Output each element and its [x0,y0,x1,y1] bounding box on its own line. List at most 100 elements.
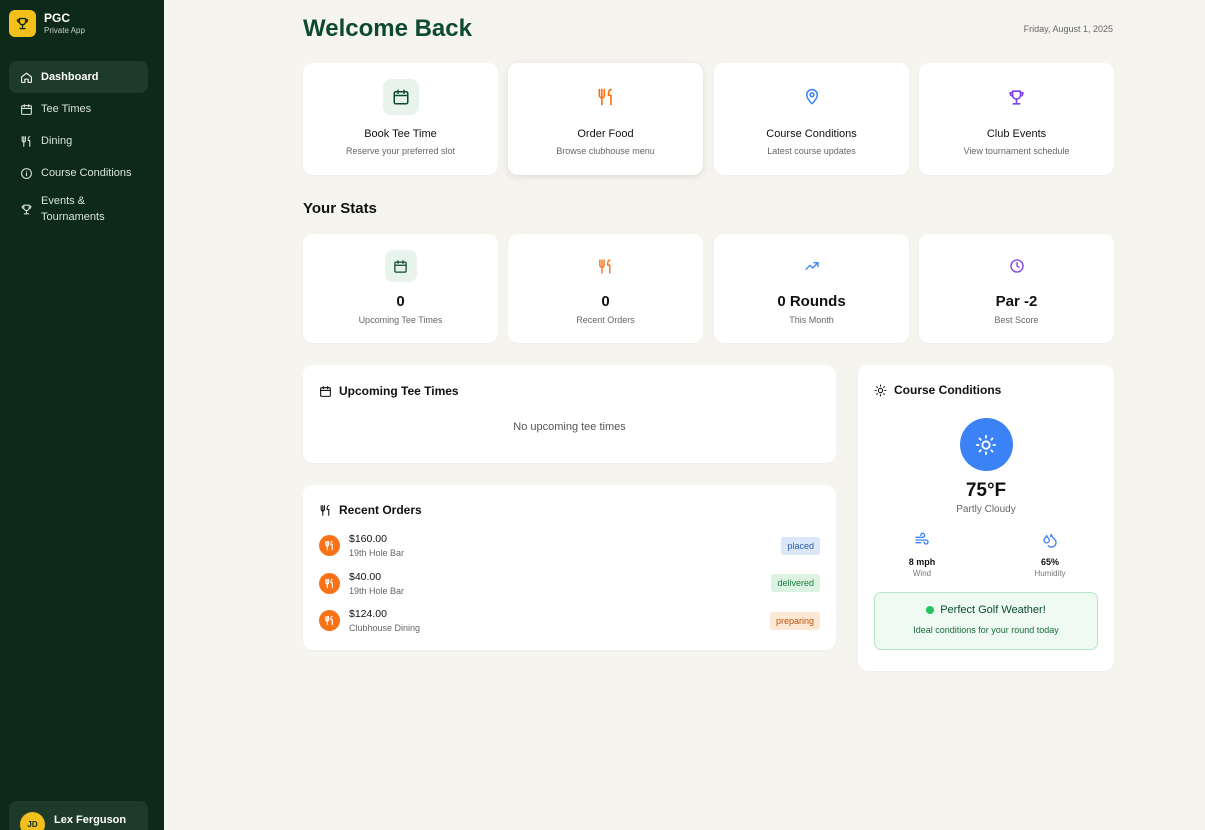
wind-value: 8 mph [908,557,936,567]
panel-title: Upcoming Tee Times [319,384,820,398]
upcoming-tee-times-panel: Upcoming Tee Times No upcoming tee times [303,365,836,463]
status-badge: placed [781,536,820,555]
sidebar-item-label: Events & Tournaments [41,195,105,223]
sidebar-item-label: Dashboard [41,71,99,83]
stat-rounds: 0 Rounds This Month [714,234,909,343]
info-icon [20,167,33,180]
sidebar-item-dining[interactable]: Dining [9,125,148,157]
weather-banner-subtitle: Ideal conditions for your round today [913,625,1059,635]
app-subtitle: Private App [44,26,85,35]
club-events-card[interactable]: Club Events View tournament schedule [919,63,1114,175]
brand[interactable]: PGC Private App [9,10,85,37]
trophy-icon [20,203,33,216]
utensils-icon [319,535,340,557]
home-icon [20,71,33,84]
action-subtitle: Reserve your preferred slot [345,146,456,156]
order-amount: $160.00 [349,533,387,546]
stat-upcoming-tee-times: 0 Upcoming Tee Times [303,234,498,343]
calendar-icon [382,79,419,115]
humidity-metric: 65% Humidity [986,532,1114,578]
action-title: Order Food [577,128,634,140]
stats-heading: Your Stats [303,200,377,217]
user-name: Lex Ferguson [54,814,127,826]
sidebar-item-events[interactable]: Events & Tournaments [9,189,148,229]
stat-best-score: Par -2 Best Score [919,234,1114,343]
app-name: PGC [44,11,71,25]
utensils-icon [319,572,340,594]
utensils-icon [319,610,340,632]
utensils-icon [20,135,33,148]
trophy-icon [999,79,1035,115]
stat-label: This Month [789,315,834,325]
list-item[interactable]: $40.00 19th Hole Bar delivered [319,565,820,603]
order-amount: $40.00 [349,570,382,583]
user-profile[interactable]: JD Lex Ferguson [9,801,148,830]
stat-value: 0 Rounds [777,293,846,310]
stat-recent-orders: 0 Recent Orders [508,234,703,343]
stat-value: 0 [396,293,405,310]
stat-label: Best Score [994,315,1039,325]
stat-value: 0 [601,293,610,310]
weather-summary: Partly Cloudy [956,504,1016,515]
order-location: 19th Hole Bar [349,548,405,559]
calendar-icon [384,250,417,282]
current-date: Friday, August 1, 2025 [1023,24,1113,34]
status-badge: preparing [769,611,820,630]
wind-icon [858,532,986,553]
droplets-icon [986,532,1114,553]
sidebar-item-label: Tee Times [41,103,92,115]
humidity-label: Humidity [1034,569,1066,578]
utensils-icon [588,79,624,115]
sidebar: PGC Private App Dashboard Tee Times Dini… [0,0,164,830]
sidebar-item-label: Course Conditions [41,167,132,179]
page-title: Welcome Back [303,15,472,42]
stat-value: Par -2 [995,293,1038,310]
wind-label: Wind [912,569,932,578]
order-location: Clubhouse Dining [349,623,421,634]
calendar-icon [20,103,33,116]
panel-title-label: Course Conditions [894,383,1002,397]
weather-banner-title-row: Perfect Golf Weather! [875,604,1097,616]
list-item[interactable]: $124.00 Clubhouse Dining preparing [319,602,820,640]
action-title: Book Tee Time [364,128,437,140]
sidebar-item-tee-times[interactable]: Tee Times [9,93,148,125]
panel-title: Course Conditions [858,383,1114,397]
sun-icon [874,384,887,397]
order-food-card[interactable]: Order Food Browse clubhouse menu [508,63,703,175]
sidebar-item-course-conditions[interactable]: Course Conditions [9,157,148,189]
sidebar-nav: Dashboard Tee Times Dining Course Condit… [9,61,148,229]
trending-up-icon [796,250,828,282]
avatar: JD [20,812,45,830]
clock-icon [1001,250,1033,282]
sidebar-item-label: Dining [41,135,73,147]
trophy-logo-icon [9,10,36,37]
stat-label: Upcoming Tee Times [358,315,443,325]
status-dot-icon [926,606,935,614]
wind-metric: 8 mph Wind [858,532,986,578]
list-item[interactable]: $160.00 19th Hole Bar placed [319,527,820,565]
stat-label: Recent Orders [576,315,635,325]
action-subtitle: Browse clubhouse menu [556,146,655,156]
calendar-icon [319,385,332,398]
course-conditions-panel: Course Conditions 75°F Partly Cloudy 8 m… [858,365,1114,671]
action-title: Course Conditions [766,128,857,140]
weather-banner-title: Perfect Golf Weather! [940,604,1046,616]
temperature: 75°F [965,480,1007,501]
humidity-value: 65% [1040,557,1059,567]
order-location: 19th Hole Bar [349,585,405,596]
action-subtitle: Latest course updates [767,146,856,156]
utensils-icon [319,504,332,517]
course-conditions-card[interactable]: Course Conditions Latest course updates [714,63,909,175]
weather-banner: Perfect Golf Weather! Ideal conditions f… [874,592,1098,650]
sidebar-item-dashboard[interactable]: Dashboard [9,61,148,93]
recent-orders-panel: Recent Orders $160.00 19th Hole Bar plac… [303,485,836,650]
panel-title: Recent Orders [319,503,820,517]
orders-list: $160.00 19th Hole Bar placed $40.00 19th… [319,527,820,640]
order-amount: $124.00 [349,608,387,621]
action-title: Club Events [986,128,1047,140]
panel-title-label: Recent Orders [339,503,422,517]
book-tee-time-card[interactable]: Book Tee Time Reserve your preferred slo… [303,63,498,175]
empty-state: No upcoming tee times [513,421,626,433]
panel-title-label: Upcoming Tee Times [339,384,459,398]
utensils-icon [590,250,622,282]
